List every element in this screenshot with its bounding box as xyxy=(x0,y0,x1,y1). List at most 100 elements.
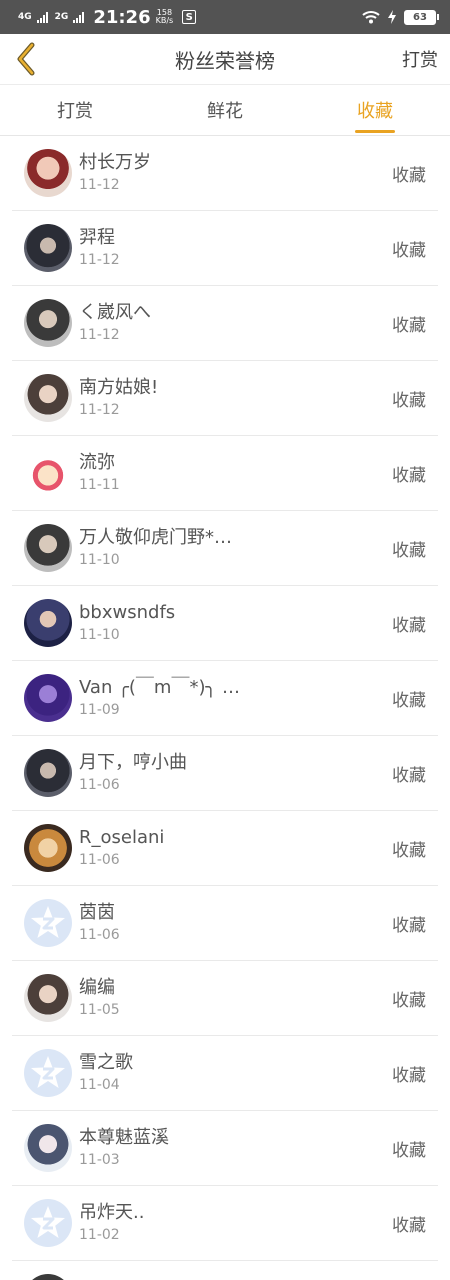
reward-button[interactable]: 打赏 xyxy=(402,46,438,72)
fan-list: 村长万岁 11-12 收藏 羿程 11-12 收藏 く崴风へ 11-12 收藏 南方姑娘! 11-1… xyxy=(0,136,450,1280)
user-name: R_oselani xyxy=(79,827,165,848)
avatar[interactable] xyxy=(24,674,72,722)
avatar[interactable] xyxy=(24,299,72,347)
action-label: 收藏 xyxy=(392,615,426,636)
list-item[interactable]: 守护★甜心收藏 xyxy=(12,1261,438,1280)
action-label: 收藏 xyxy=(392,1215,426,1236)
favorite-date: 11-10 xyxy=(79,552,120,568)
user-info: 吊炸天.. 11-02 xyxy=(79,1201,392,1245)
avatar[interactable] xyxy=(24,374,72,422)
user-name: 流弥 xyxy=(79,452,115,473)
user-name: 吊炸天.. xyxy=(79,1202,145,1223)
avatar[interactable] xyxy=(24,749,72,797)
user-name: く崴风へ xyxy=(79,302,151,323)
avatar[interactable] xyxy=(24,524,72,572)
page-title: 粉丝荣誉榜 xyxy=(175,48,275,73)
avatar[interactable] xyxy=(24,224,72,272)
action-label: 收藏 xyxy=(392,840,426,861)
favorite-date: 11-12 xyxy=(79,402,120,418)
favorite-date: 11-12 xyxy=(79,327,120,343)
network-speed: 158 KB/s xyxy=(155,8,174,25)
default-avatar-icon[interactable] xyxy=(24,1199,72,1247)
default-avatar-icon[interactable] xyxy=(24,899,72,947)
user-name: 编编 xyxy=(79,977,115,998)
list-item[interactable]: 羿程 11-12 收藏 xyxy=(12,211,438,286)
favorite-date: 11-06 xyxy=(79,927,120,943)
user-info: 村长万岁 11-12 xyxy=(79,151,392,195)
star-logo-icon xyxy=(31,1206,65,1238)
app-notification-icon: S xyxy=(182,10,197,24)
list-item[interactable]: 吊炸天.. 11-02 收藏 xyxy=(12,1186,438,1261)
action-label: 收藏 xyxy=(392,1065,426,1086)
user-name: 南方姑娘! xyxy=(79,377,159,398)
network-type-2: 2G xyxy=(54,11,69,22)
avatar[interactable] xyxy=(24,974,72,1022)
star-logo-icon xyxy=(31,1056,65,1088)
list-item[interactable]: 编编 11-05 收藏 xyxy=(12,961,438,1036)
default-avatar-icon[interactable] xyxy=(24,1049,72,1097)
user-info: bbxwsndfs 11-10 xyxy=(79,601,392,645)
action-label: 收藏 xyxy=(392,240,426,261)
user-name: 万人敬仰虎门野*… xyxy=(79,527,232,548)
user-name: 月下，哼小曲 xyxy=(79,752,187,773)
user-name: 茵茵 xyxy=(79,902,115,923)
favorite-date: 11-06 xyxy=(79,852,120,868)
list-item[interactable]: Van ╭(￣m￣*)╮ … 11-09 收藏 xyxy=(12,661,438,736)
user-name: 本尊魅蓝溪 xyxy=(79,1127,169,1148)
avatar[interactable] xyxy=(24,824,72,872)
list-item[interactable]: 流弥 11-11 收藏 xyxy=(12,436,438,511)
user-info: 月下，哼小曲 11-06 xyxy=(79,751,392,795)
user-info: 雪之歌 11-04 xyxy=(79,1051,392,1095)
star-logo-icon xyxy=(31,906,65,938)
user-name: Van ╭(￣m￣*)╮ … xyxy=(79,677,241,698)
list-item[interactable]: 雪之歌 11-04 收藏 xyxy=(12,1036,438,1111)
avatar[interactable] xyxy=(24,1274,72,1280)
back-button[interactable] xyxy=(8,40,44,78)
list-item[interactable]: R_oselani 11-06 收藏 xyxy=(12,811,438,886)
user-info: 编编 11-05 xyxy=(79,976,392,1020)
action-label: 收藏 xyxy=(392,465,426,486)
user-info: 南方姑娘! 11-12 xyxy=(79,376,392,420)
clock: 21:26 xyxy=(93,6,151,28)
action-label: 收藏 xyxy=(392,765,426,786)
navigation-bar: 粉丝荣誉榜 打赏 xyxy=(0,34,450,85)
list-item[interactable]: 本尊魅蓝溪 11-03 收藏 xyxy=(12,1111,438,1186)
list-item[interactable]: bbxwsndfs 11-10 收藏 xyxy=(12,586,438,661)
network-type-1: 4G xyxy=(18,11,32,22)
favorite-date: 11-12 xyxy=(79,177,120,193)
avatar[interactable] xyxy=(24,1124,72,1172)
action-label: 收藏 xyxy=(392,1140,426,1161)
charging-icon xyxy=(388,10,396,24)
user-name: bbxwsndfs xyxy=(79,602,176,623)
list-item[interactable]: 南方姑娘! 11-12 收藏 xyxy=(12,361,438,436)
action-label: 收藏 xyxy=(392,540,426,561)
user-info: 流弥 11-11 xyxy=(79,451,392,495)
list-item[interactable]: 村长万岁 11-12 收藏 xyxy=(12,136,438,211)
list-item[interactable]: 月下，哼小曲 11-06 收藏 xyxy=(12,736,438,811)
user-name: 雪之歌 xyxy=(79,1052,133,1073)
action-label: 收藏 xyxy=(392,915,426,936)
action-label: 收藏 xyxy=(392,390,426,411)
list-item[interactable]: 万人敬仰虎门野*… 11-10 收藏 xyxy=(12,511,438,586)
list-item[interactable]: く崴风へ 11-12 收藏 xyxy=(12,286,438,361)
avatar[interactable] xyxy=(24,449,72,497)
action-label: 收藏 xyxy=(392,165,426,186)
favorite-date: 11-11 xyxy=(79,477,120,493)
user-info: 茵茵 11-06 xyxy=(79,901,392,945)
list-item[interactable]: 茵茵 11-06 收藏 xyxy=(12,886,438,961)
tab-favorites[interactable]: 收藏 xyxy=(300,85,450,135)
battery-icon: 63 xyxy=(404,9,439,25)
user-info: 本尊魅蓝溪 11-03 xyxy=(79,1126,392,1170)
favorite-date: 11-02 xyxy=(79,1227,120,1243)
tab-bar: 打赏 鲜花 收藏 xyxy=(0,85,450,136)
signal-icon xyxy=(36,11,48,23)
favorite-date: 11-03 xyxy=(79,1152,120,1168)
user-info: 万人敬仰虎门野*… 11-10 xyxy=(79,526,392,570)
avatar[interactable] xyxy=(24,149,72,197)
user-name: 村长万岁 xyxy=(79,152,151,173)
tab-flowers[interactable]: 鲜花 xyxy=(150,85,300,135)
action-label: 收藏 xyxy=(392,690,426,711)
action-label: 收藏 xyxy=(392,990,426,1011)
avatar[interactable] xyxy=(24,599,72,647)
tab-reward[interactable]: 打赏 xyxy=(0,85,150,135)
